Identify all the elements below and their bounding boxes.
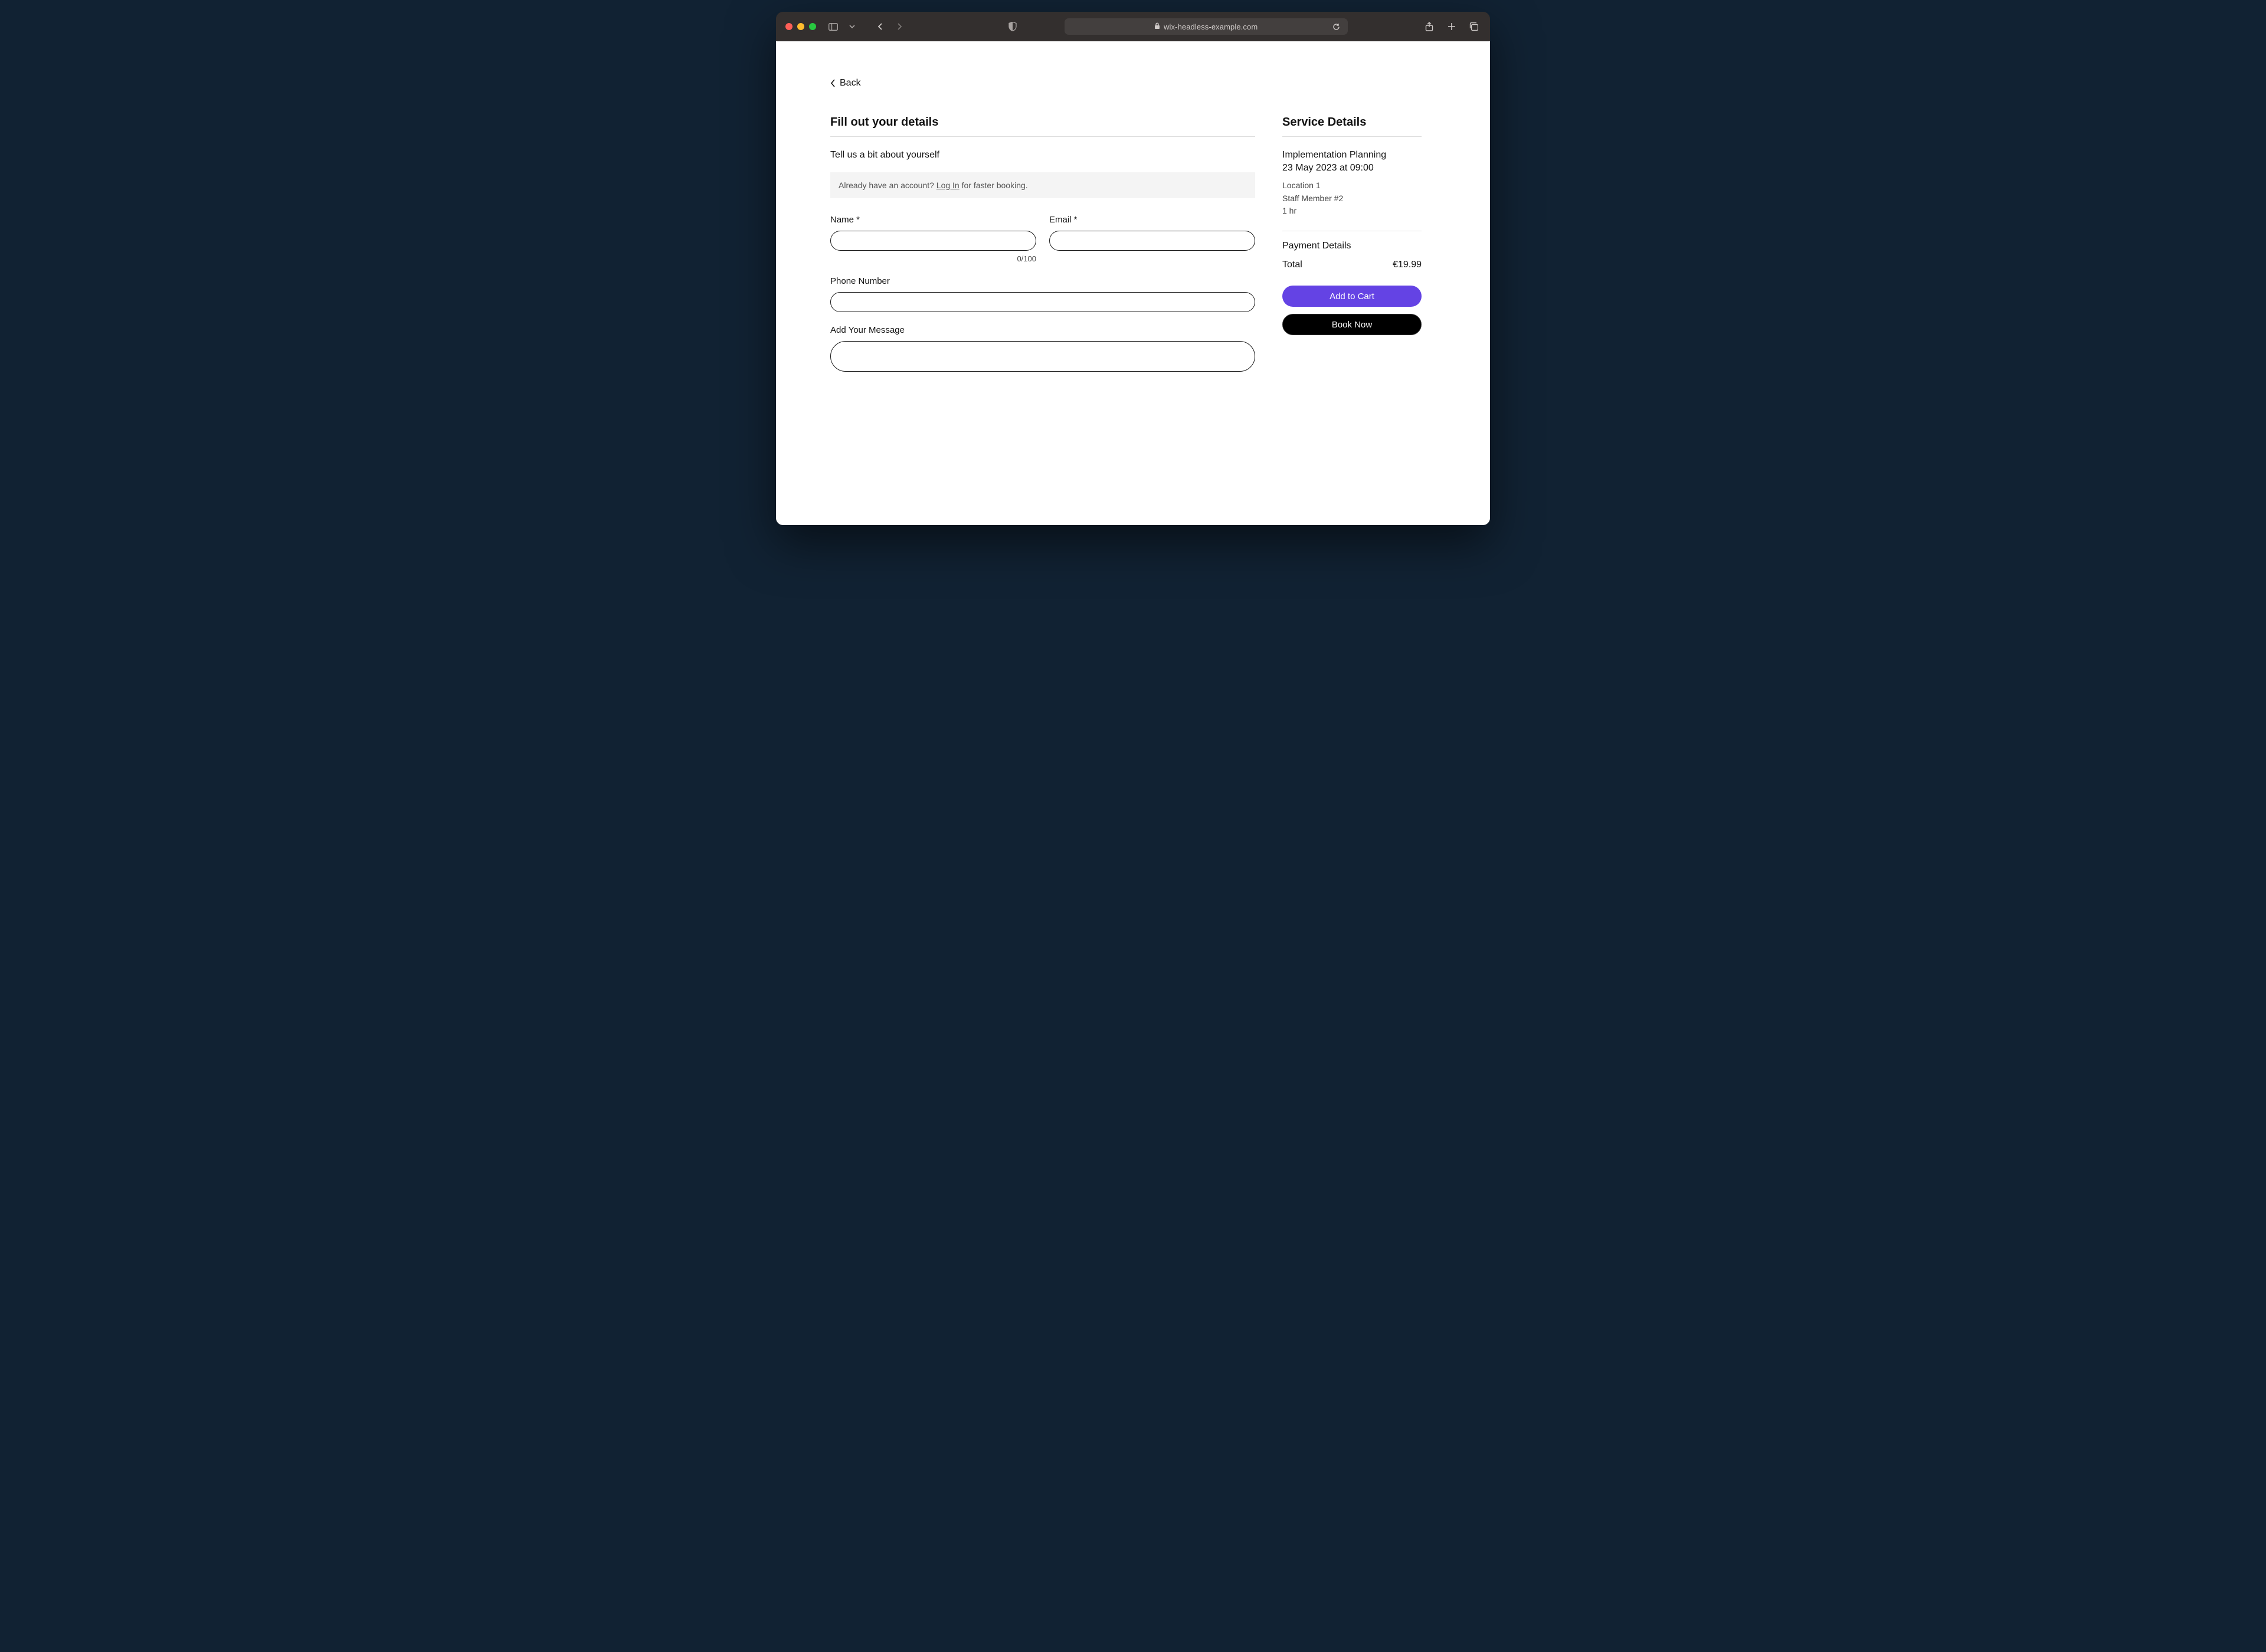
email-input[interactable] — [1049, 231, 1255, 251]
name-label: Name * — [830, 215, 1036, 225]
chevron-left-icon — [830, 79, 836, 87]
reload-icon[interactable] — [1330, 20, 1343, 33]
share-icon[interactable] — [1423, 20, 1436, 33]
payment-heading: Payment Details — [1282, 241, 1422, 251]
phone-label: Phone Number — [830, 276, 1255, 286]
email-field-wrap: Email * — [1049, 215, 1255, 263]
login-banner-prefix: Already have an account? — [839, 181, 936, 190]
total-row: Total €19.99 — [1282, 260, 1422, 270]
service-location: Location 1 — [1282, 179, 1422, 192]
service-heading: Service Details — [1282, 116, 1422, 137]
form-heading: Fill out your details — [830, 116, 1255, 137]
nav-forward-button[interactable] — [893, 20, 906, 33]
service-datetime: 23 May 2023 at 09:00 — [1282, 163, 1422, 173]
lock-icon — [1154, 22, 1160, 31]
name-input[interactable] — [830, 231, 1036, 251]
message-input[interactable] — [830, 341, 1255, 372]
zoom-window-button[interactable] — [809, 23, 816, 30]
login-banner-suffix: for faster booking. — [960, 181, 1028, 190]
minimize-window-button[interactable] — [797, 23, 804, 30]
phone-field-wrap: Phone Number — [830, 276, 1255, 312]
form-subheading: Tell us a bit about yourself — [830, 150, 1255, 160]
back-link[interactable]: Back — [830, 78, 861, 88]
phone-input[interactable] — [830, 292, 1255, 312]
service-name: Implementation Planning — [1282, 150, 1422, 160]
window-controls — [785, 23, 816, 30]
sidebar-toggle-icon[interactable] — [827, 20, 840, 33]
details-form: Fill out your details Tell us a bit abou… — [830, 116, 1255, 385]
nav-back-button[interactable] — [874, 20, 887, 33]
close-window-button[interactable] — [785, 23, 793, 30]
message-label: Add Your Message — [830, 325, 1255, 335]
message-field-wrap: Add Your Message — [830, 325, 1255, 372]
name-char-counter: 0/100 — [1017, 254, 1036, 263]
address-bar-host: wix-headless-example.com — [1164, 22, 1258, 31]
privacy-shield-icon[interactable] — [1006, 20, 1019, 33]
service-staff: Staff Member #2 — [1282, 192, 1422, 205]
add-to-cart-button[interactable]: Add to Cart — [1282, 286, 1422, 307]
service-details-panel: Service Details Implementation Planning … — [1282, 116, 1422, 342]
page-content: Back Fill out your details Tell us a bit… — [776, 41, 1490, 525]
name-field-wrap: Name * 0/100 — [830, 215, 1036, 263]
service-duration: 1 hr — [1282, 205, 1422, 218]
browser-window: wix-headless-example.com Back — [776, 12, 1490, 525]
book-now-button[interactable]: Book Now — [1282, 314, 1422, 335]
tab-overview-icon[interactable] — [1468, 20, 1481, 33]
total-value: €19.99 — [1393, 260, 1422, 270]
total-label: Total — [1282, 260, 1302, 270]
login-link[interactable]: Log In — [936, 181, 960, 190]
browser-titlebar: wix-headless-example.com — [776, 12, 1490, 41]
back-link-label: Back — [840, 78, 861, 88]
address-bar[interactable]: wix-headless-example.com — [1065, 18, 1348, 35]
email-label: Email * — [1049, 215, 1255, 225]
new-tab-icon[interactable] — [1445, 20, 1458, 33]
tab-group-chevron-icon[interactable] — [846, 20, 859, 33]
login-banner: Already have an account? Log In for fast… — [830, 172, 1255, 198]
